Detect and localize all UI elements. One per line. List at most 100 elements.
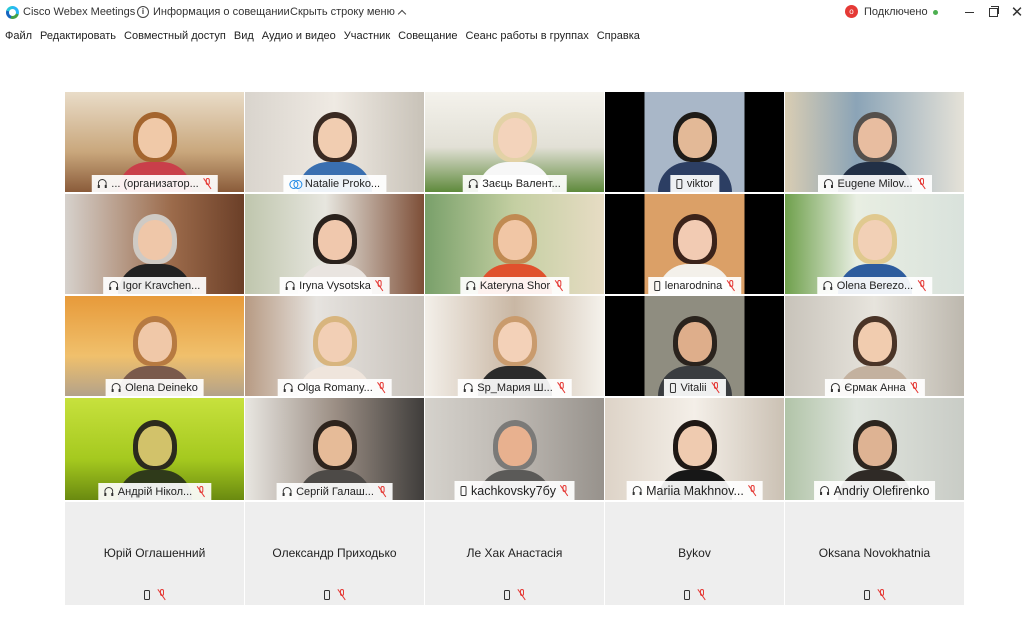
participant-name: Igor Kravchen... [122,279,201,292]
headset-icon [111,383,121,392]
meeting-info-label: Информация о совещании [153,6,290,18]
meeting-info-button[interactable]: i Информация о совещании [137,6,290,18]
muted-mic-icon [561,485,569,496]
headset-icon [282,487,292,496]
participant-video-tile[interactable]: Olena Deineko [65,296,244,396]
menu-help[interactable]: Справка [593,28,644,46]
headset-icon [830,383,840,392]
participant-name: Єрмак Анна [844,381,906,394]
muted-mic-icon [712,382,720,393]
menu-meeting[interactable]: Совещание [394,28,461,46]
muted-mic-icon [204,178,212,189]
headset-icon [283,383,293,392]
participant-video-tile[interactable]: Eugene Milov... [785,92,964,192]
participant-video-tile[interactable]: Andriy Olefirenko [785,398,964,500]
headset-icon [468,179,478,188]
headset-icon [103,487,113,496]
participant-name-tag: Natalie Proko... [282,175,387,192]
participant-video-tile[interactable]: Iryna Vysotska [245,194,424,294]
participant-status-icons [605,589,784,600]
menu-participant[interactable]: Участник [340,28,394,46]
participant-name: Сергій Галаш... [296,485,374,498]
headset-icon [285,281,295,290]
muted-mic-icon [727,280,735,291]
hide-menu-bar-button[interactable]: Скрыть строку меню [290,6,407,18]
headset-icon [822,281,832,290]
webex-audio-icon [288,179,302,189]
participant-audio-tile[interactable]: Bykov [605,502,784,605]
menu-file[interactable]: Файл [0,28,36,46]
minimize-button[interactable] [958,2,980,22]
participant-video-tile[interactable]: Vitalii [605,296,784,396]
participant-name: Iryna Vysotska [299,279,371,292]
participant-name-tag: Iryna Vysotska [279,277,390,294]
participant-video-tile[interactable]: Sp_Мария Ш... [425,296,604,396]
participant-name: Юрій Оглашенний [103,546,206,560]
minimize-icon [964,11,974,13]
headset-icon [97,179,107,188]
participant-name-tag: Заєць Валент... [462,175,567,192]
participant-video-tile[interactable]: Olena Berezo... [785,194,964,294]
participant-video-tile[interactable]: Kateryna Shor [425,194,604,294]
participant-video-tile[interactable]: Igor Kravchen... [65,194,244,294]
close-button[interactable]: ✕ [1006,2,1028,22]
menu-edit[interactable]: Редактировать [36,28,120,46]
participant-video-tile[interactable]: Андрій Нікол... [65,398,244,500]
maximize-button[interactable] [982,2,1004,22]
participant-name-tag: Єрмак Анна [824,379,925,396]
participant-video-tile[interactable]: Olga Romany... [245,296,424,396]
participant-name-tag: Igor Kravchen... [102,277,207,294]
participant-video-tile[interactable]: Natalie Proko... [245,92,424,192]
phone-icon [863,589,870,600]
muted-mic-icon [379,486,387,497]
phone-icon [460,485,467,496]
participant-video-tile[interactable]: lenarodnina [605,194,784,294]
connection-status[interactable]: Подключено [864,6,938,18]
participant-status-icons [425,589,604,600]
participant-name: Vitalii [680,381,707,394]
participant-name-tag: Андрій Нікол... [97,483,212,500]
participant-audio-tile[interactable]: Oksana Novokhatnia [785,502,964,605]
participant-video-tile[interactable]: viktor [605,92,784,192]
participant-audio-tile[interactable]: Ле Хак Анастасія [425,502,604,605]
participant-video-tile[interactable]: Заєць Валент... [425,92,604,192]
participant-name-tag: lenarodnina [647,277,742,294]
participant-name: Заєць Валент... [482,177,561,190]
menu-share[interactable]: Совместный доступ [120,28,230,46]
participant-status-icons [785,589,964,600]
participant-video-tile[interactable]: Mariia Makhnov... [605,398,784,500]
participant-name: ... (организатор... [111,177,199,190]
participant-video-tile[interactable]: kachkovsky7бy [425,398,604,500]
participant-audio-tile[interactable]: Юрій Оглашенний [65,502,244,605]
menu-breakout[interactable]: Сеанс работы в группах [462,28,593,46]
participant-name-tag: Сергій Галаш... [276,483,393,500]
participant-status-icons [245,589,424,600]
muted-mic-icon [338,589,346,600]
participant-name-tag: Mariia Makhnov... [626,481,763,500]
recording-status-icon[interactable]: o [845,5,858,18]
participant-name: Oksana Novokhatnia [818,546,931,560]
phone-icon [669,382,676,393]
participant-grid: ... (организатор... Natalie Proko... Заєць… [65,92,964,605]
participant-video-tile[interactable]: Єрмак Анна [785,296,964,396]
menu-audio-video[interactable]: Аудио и видео [258,28,340,46]
participant-name-tag: Olena Berezo... [816,277,933,294]
participant-name-tag: Olena Deineko [105,379,204,396]
muted-mic-icon [918,178,926,189]
participant-audio-tile[interactable]: Олександр Приходько [245,502,424,605]
participant-name: Kateryna Shor [479,279,551,292]
webex-logo-icon [6,6,19,19]
hide-menu-bar-label: Скрыть строку меню [290,6,395,18]
participant-video-tile[interactable]: Сергій Галаш... [245,398,424,500]
participant-name-tag: Sp_Мария Ш... [457,379,572,396]
participant-video-tile[interactable]: ... (организатор... [65,92,244,192]
connection-status-label: Подключено [864,6,928,18]
participant-name: Олександр Приходько [272,546,397,560]
participant-name-tag: Vitalii [663,379,726,396]
participant-name: Olga Romany... [297,381,373,394]
chevron-up-icon [397,9,407,18]
menu-view[interactable]: Вид [230,28,258,46]
participant-name: Natalie Proko... [304,177,381,190]
headset-icon [823,179,833,188]
muted-mic-icon [197,486,205,497]
